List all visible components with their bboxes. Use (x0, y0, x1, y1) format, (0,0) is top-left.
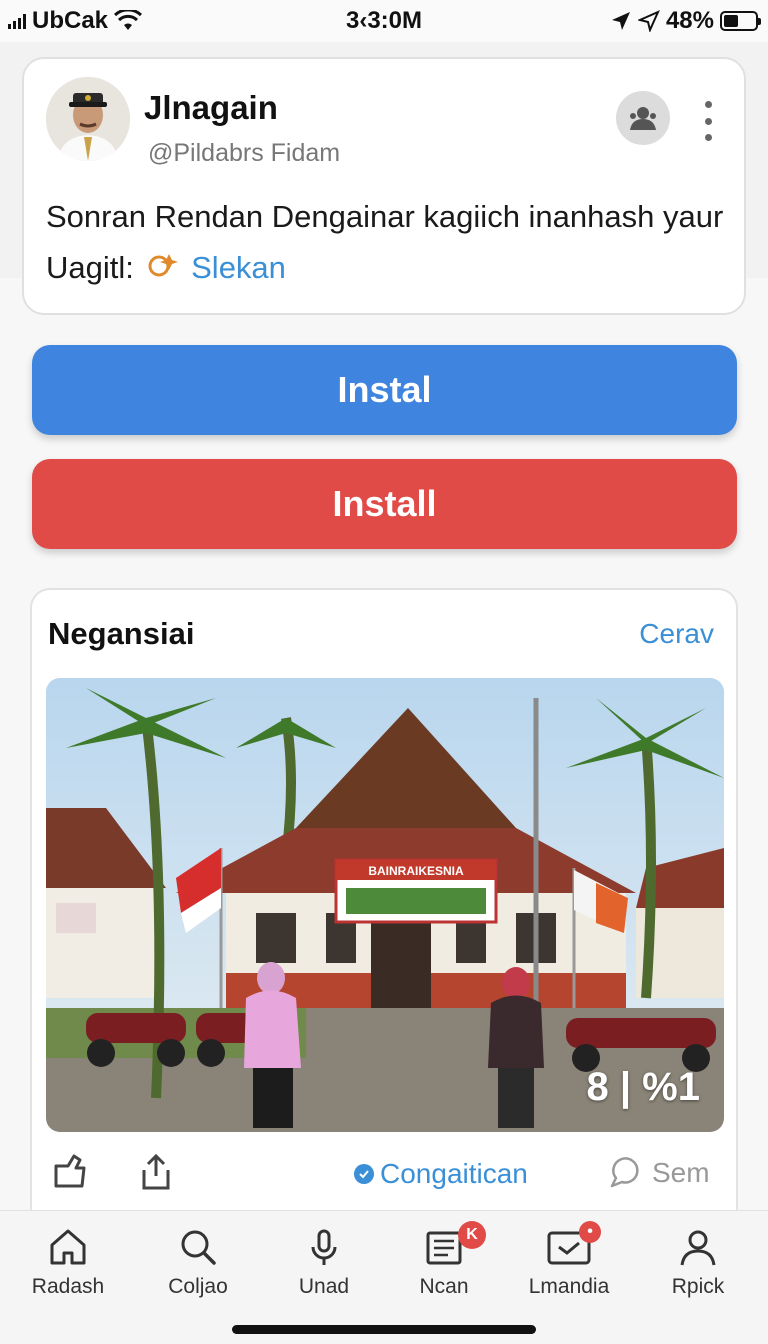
tab-bar: Radash Coljao Unad K Ncan • Lmandia Rpic… (0, 1210, 768, 1344)
image-badge: 8 | %1 (586, 1065, 700, 1109)
share-icon[interactable] (136, 1152, 176, 1192)
tab-label: Lmandia (528, 1275, 610, 1298)
tab-ncan[interactable]: K Ncan (380, 1221, 508, 1299)
battery-icon (720, 11, 761, 31)
profile-icon (680, 1230, 716, 1266)
comment-icon (610, 1157, 639, 1188)
status-left: UbCak (8, 7, 143, 35)
install-danger-button[interactable]: Install (32, 459, 737, 549)
post-link[interactable]: Slekan (191, 250, 286, 285)
microphone-icon (311, 1229, 337, 1265)
tab-coljao[interactable]: Coljao (134, 1225, 262, 1299)
see-more-label: Sem (652, 1157, 710, 1188)
author-name[interactable]: Jlnagain (144, 89, 278, 127)
tab-label: Coljao (168, 1275, 228, 1298)
signal-icon (8, 13, 26, 29)
avatar-image (46, 77, 130, 161)
install-primary-button[interactable]: Instal (32, 345, 737, 435)
location-arrow-icon (611, 12, 630, 30)
tab-label: Unad (298, 1275, 350, 1298)
status-right: 48% (610, 7, 761, 35)
search-icon (181, 1230, 216, 1265)
more-options-button[interactable] (696, 101, 720, 141)
author-handle: @Pildabrs Fidam (148, 139, 341, 167)
home-indicator[interactable] (232, 1325, 536, 1334)
post-text: Sonran Rendan Dengainar kagiich inanhash… (46, 191, 726, 293)
verified-text: Congaitican (380, 1158, 528, 1189)
home-icon (50, 1229, 86, 1265)
wifi-icon (114, 10, 143, 30)
check-icon (354, 1164, 374, 1184)
tab-label: Radash (31, 1275, 105, 1298)
news-title: Negansiai (48, 616, 195, 651)
post-card[interactable]: Jlnagain @Pildabrs Fidam Sonran Rendan D… (22, 57, 746, 315)
location-outline-icon (637, 10, 660, 32)
battery-level (724, 15, 739, 27)
like-icon[interactable] (50, 1152, 90, 1192)
sparkle-icon (148, 254, 178, 277)
tab-lmandia[interactable]: • Lmandia (505, 1221, 633, 1299)
news-card: Negansiai Cerav BAINRAIKESNIA 8 | %1 Con… (30, 588, 738, 1228)
banner-text: BAINRAIKESNIA (368, 864, 464, 878)
tab-radash[interactable]: Radash (4, 1225, 132, 1299)
village-office-illustration: BAINRAIKESNIA (46, 678, 724, 1132)
see-more-button[interactable]: Sem (606, 1156, 710, 1190)
verified-label[interactable]: Congaitican (354, 1158, 528, 1190)
tab-label: Rpick (671, 1275, 725, 1298)
avatar[interactable] (46, 77, 130, 161)
notification-badge: K (458, 1221, 486, 1249)
news-link[interactable]: Cerav (639, 618, 714, 650)
battery-percent: 48% (665, 7, 714, 34)
tab-label: Ncan (419, 1275, 469, 1298)
news-photo[interactable]: BAINRAIKESNIA 8 | %1 (46, 678, 724, 1132)
user-group-icon (630, 107, 656, 130)
follow-button[interactable] (616, 91, 670, 145)
notification-dot: • (579, 1221, 601, 1243)
carrier-name: UbCak (32, 7, 109, 34)
news-actions: Congaitican Sem (32, 1142, 736, 1206)
tab-unad[interactable]: Unad (260, 1225, 388, 1299)
tab-rpick[interactable]: Rpick (634, 1225, 762, 1299)
status-bar: UbCak 3‹3:0M 48% (0, 0, 768, 42)
